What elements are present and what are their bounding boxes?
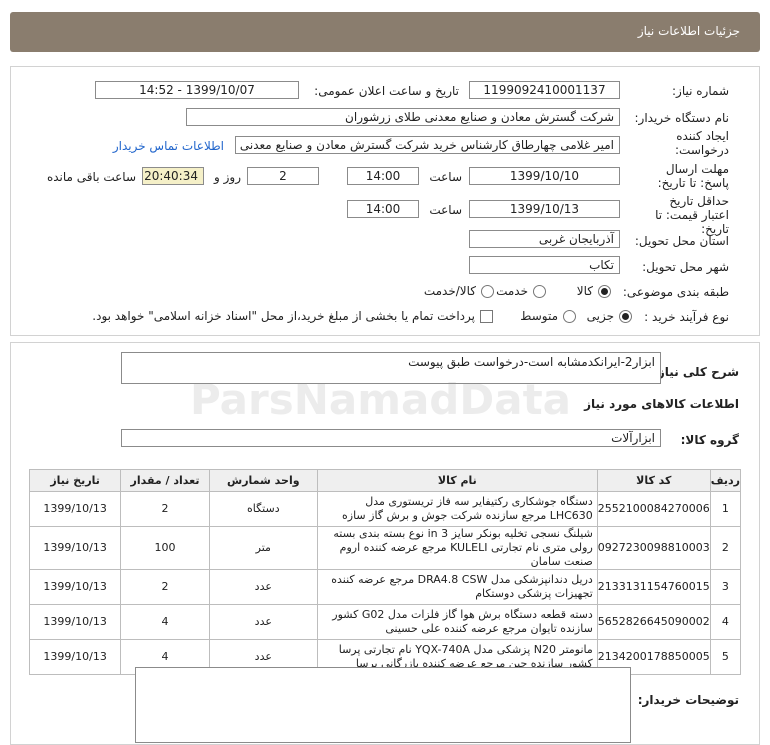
- category-goods-radio[interactable]: [598, 285, 611, 298]
- cell-unit: متر: [208, 526, 318, 570]
- cell-code: 2133131154760015: [596, 569, 711, 605]
- validity-date-field: 1399/10/13: [469, 200, 620, 218]
- cell-row: 5: [709, 639, 742, 675]
- watermark-text: ParsNamadData: [190, 375, 571, 424]
- cell-date: 1399/10/13: [28, 491, 122, 527]
- cell-unit: عدد: [208, 604, 318, 640]
- province-label: استان محل تحویل:: [634, 234, 729, 248]
- deadline-time-field: 14:00: [347, 167, 419, 185]
- city-field: تکاب: [469, 256, 620, 274]
- col-row: ردیف: [709, 469, 742, 492]
- table-header-row: ردیف کد کالا نام کالا واحد شمارش تعداد /…: [28, 469, 742, 492]
- treasury-payment-checkbox[interactable]: [480, 310, 493, 323]
- announce-field: 1399/10/07 - 14:52: [95, 81, 299, 99]
- cell-qty: 2: [120, 569, 210, 605]
- category-service-radio[interactable]: [533, 285, 546, 298]
- cell-qty: 2: [120, 491, 210, 527]
- need-info-panel: شماره نیاز: 1199092410001137 تاریخ و ساع…: [10, 66, 760, 336]
- cell-row: 4: [709, 604, 742, 640]
- cell-date: 1399/10/13: [28, 604, 122, 640]
- category-goods-service-radio[interactable]: [481, 285, 494, 298]
- cell-date: 1399/10/13: [28, 526, 122, 570]
- validity-label: حداقل تاریخ اعتبار قیمت: تا تاریخ:: [655, 194, 729, 236]
- category-goods-label: کالا: [576, 284, 593, 298]
- need-number-field: 1199092410001137: [469, 81, 620, 99]
- buyer-label: نام دستگاه خریدار:: [634, 111, 730, 125]
- cell-name: دستگاه جوشکاری رکتیفایر سه فاز تریستوری …: [316, 491, 598, 527]
- city-label: شهر محل تحویل:: [642, 260, 729, 274]
- cell-row: 2: [709, 526, 742, 570]
- deadline-time-label: ساعت: [429, 170, 462, 184]
- days-label: روز و: [214, 170, 241, 184]
- table-row: 1 2552100084270006 دستگاه جوشکاری رکتیفا…: [28, 491, 742, 527]
- cell-row: 1: [709, 491, 742, 527]
- process-label: نوع فرآیند خرید :: [644, 310, 729, 324]
- creator-label: ایجاد کننده درخواست:: [675, 129, 729, 157]
- cell-row: 3: [709, 569, 742, 605]
- goods-group-field: ابزارآلات: [121, 429, 661, 447]
- table-row: 3 2133131154760015 دریل دندانپزشکی مدل D…: [28, 569, 742, 605]
- col-qty: تعداد / مقدار: [120, 469, 210, 492]
- process-minor-label: جزیی: [586, 309, 614, 323]
- cell-name: دسته قطعه دستگاه برش هوا گاز فلزات مدل G…: [316, 604, 598, 640]
- goods-heading: اطلاعات کالاهای مورد نیاز: [584, 397, 739, 411]
- treasury-payment-note: پرداخت تمام یا بخشی از مبلغ خرید،از محل …: [92, 309, 475, 323]
- category-label: طبقه بندی موضوعی:: [622, 285, 729, 299]
- process-medium-label: متوسط: [520, 309, 558, 323]
- col-unit: واحد شمارش: [208, 469, 318, 492]
- table-row: 4 5652826645090002 دسته قطعه دستگاه برش …: [28, 604, 742, 640]
- col-name: نام کالا: [316, 469, 598, 492]
- col-code: کد کالا: [596, 469, 711, 492]
- goods-table: ردیف کد کالا نام کالا واحد شمارش تعداد /…: [28, 469, 742, 675]
- goods-group-label: گروه کالا:: [680, 433, 739, 447]
- province-field: آذربایجان غربی: [469, 230, 620, 248]
- category-service-label: خدمت: [496, 284, 528, 298]
- validity-time-label: ساعت: [429, 203, 462, 217]
- deadline-label: مهلت ارسال پاسخ: تا تاریخ:: [657, 162, 729, 190]
- validity-time-field: 14:00: [347, 200, 419, 218]
- days-field: 2: [247, 167, 319, 185]
- need-number-label: شماره نیاز:: [672, 84, 729, 98]
- cell-date: 1399/10/13: [28, 569, 122, 605]
- deadline-date-field: 1399/10/10: [469, 167, 620, 185]
- buyer-field: شرکت گسترش معادن و صنایع معدنی طلای زرشو…: [186, 108, 620, 126]
- cell-date: 1399/10/13: [28, 639, 122, 675]
- creator-field: امیر غلامی چهارطاق کارشناس خرید شرکت گست…: [235, 136, 620, 154]
- page-header: جزئیات اطلاعات نیاز: [10, 12, 760, 52]
- process-medium-radio[interactable]: [563, 310, 576, 323]
- cell-name: دریل دندانپزشکی مدل DRA4.8 CSW مرجع عرضه…: [316, 569, 598, 605]
- cell-code: 2552100084270006: [596, 491, 711, 527]
- cell-code: 5652826645090002: [596, 604, 711, 640]
- table-row: 2 0927230098810003 شیلنگ نسجی تخلیه بونک…: [28, 526, 742, 570]
- description-label: شرح کلی نیاز:: [653, 365, 739, 379]
- buyer-notes-field: [135, 667, 631, 743]
- announce-label: تاریخ و ساعت اعلان عمومی:: [314, 84, 459, 98]
- cell-unit: دستگاه: [208, 491, 318, 527]
- page-title: جزئیات اطلاعات نیاز: [637, 24, 740, 38]
- cell-name: شیلنگ نسجی تخلیه بونکر سایز in 3 نوع بست…: [316, 526, 598, 570]
- remaining-label: ساعت باقی مانده: [46, 170, 136, 184]
- buyer-notes-label: توضیحات خریدار:: [637, 693, 739, 707]
- cell-qty: 4: [120, 604, 210, 640]
- cell-qty: 100: [120, 526, 210, 570]
- remaining-time-field: 20:40:34: [142, 167, 204, 185]
- cell-code: 0927230098810003: [596, 526, 711, 570]
- cell-unit: عدد: [208, 569, 318, 605]
- category-goods-service-label: کالا/خدمت: [423, 284, 476, 298]
- col-date: تاریخ نیاز: [28, 469, 122, 492]
- buyer-contact-link[interactable]: اطلاعات تماس خریدار: [113, 139, 224, 153]
- process-minor-radio[interactable]: [619, 310, 632, 323]
